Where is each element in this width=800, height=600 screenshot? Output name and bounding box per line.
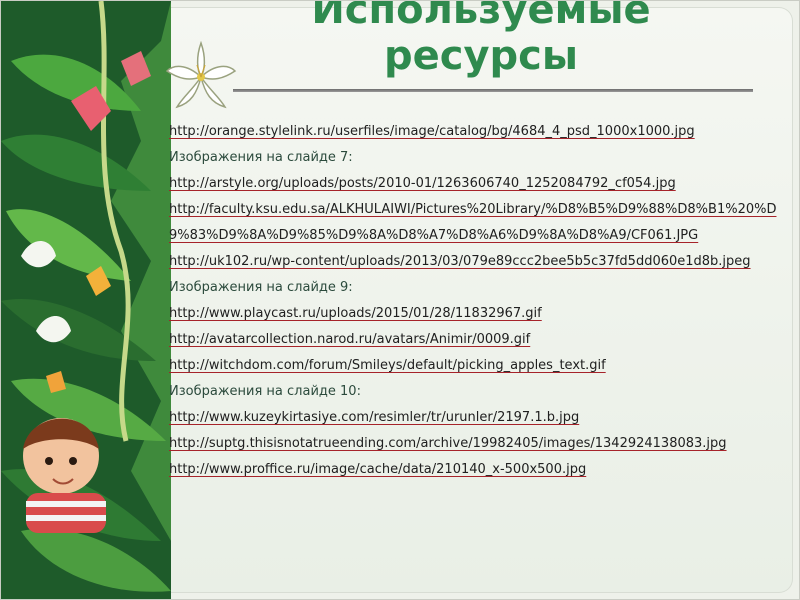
- resource-link[interactable]: http://www.playcast.ru/uploads/2015/01/2…: [169, 301, 791, 327]
- slide-title: Используемые ресурсы: [231, 0, 731, 79]
- resource-link[interactable]: http://suptg.thisisnotatrueending.com/ar…: [169, 431, 791, 457]
- resource-link[interactable]: http://faculty.ksu.edu.sa/ALKHULAIWI/Pic…: [169, 197, 791, 249]
- resource-link[interactable]: http://www.kuzeykirtasiye.com/resimler/t…: [169, 405, 791, 431]
- resource-link[interactable]: http://www.proffice.ru/image/cache/data/…: [169, 457, 791, 483]
- slide: Используемые ресурсы http://orange.style…: [0, 0, 800, 600]
- jungle-illustration: [1, 1, 171, 599]
- slide-heading: Изображения на слайде 7:: [169, 150, 353, 165]
- slide-title-line2: ресурсы: [383, 33, 579, 79]
- resource-link[interactable]: http://avatarcollection.narod.ru/avatars…: [169, 327, 791, 353]
- resource-list: http://orange.stylelink.ru/userfiles/ima…: [169, 119, 791, 483]
- resource-link[interactable]: http://arstyle.org/uploads/posts/2010-01…: [169, 171, 791, 197]
- slide-heading: Изображения на слайде 9:: [169, 280, 353, 295]
- resource-link[interactable]: http://uk102.ru/wp-content/uploads/2013/…: [169, 249, 791, 275]
- lily-flower-icon: [165, 40, 237, 109]
- title-divider: [233, 89, 753, 92]
- resource-link[interactable]: http://orange.stylelink.ru/userfiles/ima…: [169, 119, 791, 145]
- slide-heading: Изображения на слайде 10:: [169, 384, 361, 399]
- resource-link[interactable]: http://witchdom.com/forum/Smileys/defaul…: [169, 353, 791, 379]
- slide-title-line1: Используемые: [311, 0, 651, 33]
